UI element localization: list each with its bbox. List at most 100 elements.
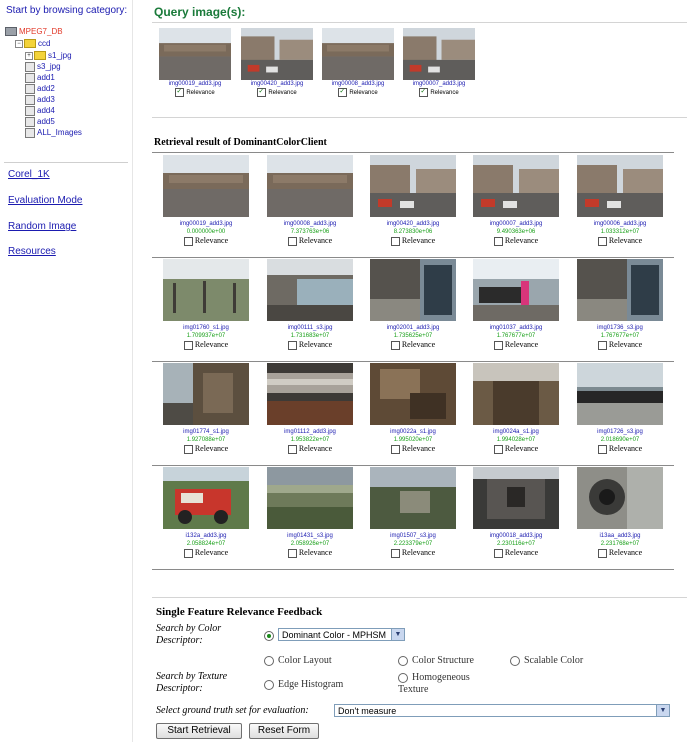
- result-thumbnail[interactable]: [473, 259, 559, 321]
- ground-truth-select[interactable]: Don't measure ▼: [334, 704, 670, 717]
- dominant-color-option[interactable]: [264, 630, 278, 641]
- result-relevance[interactable]: Relevance: [363, 444, 463, 454]
- result-filename[interactable]: img01774_s1.jpg: [156, 428, 256, 436]
- chevron-down-icon[interactable]: ▼: [656, 705, 669, 716]
- result-thumbnail[interactable]: [267, 363, 353, 425]
- result-relevance[interactable]: Relevance: [260, 236, 360, 246]
- result-thumbnail[interactable]: [163, 467, 249, 529]
- result-thumbnail[interactable]: [370, 363, 456, 425]
- dominant-color-radio[interactable]: [264, 630, 274, 641]
- relevance-checkbox[interactable]: [287, 340, 297, 350]
- relevance-checkbox[interactable]: [287, 236, 297, 246]
- result-relevance[interactable]: Relevance: [260, 340, 360, 350]
- edge-histogram-radio[interactable]: [264, 679, 274, 690]
- relevance-checkbox[interactable]: [493, 236, 503, 246]
- result-relevance[interactable]: Relevance: [570, 548, 670, 558]
- relevance-checkbox[interactable]: [493, 548, 503, 558]
- result-thumbnail[interactable]: [370, 467, 456, 529]
- result-thumbnail[interactable]: [163, 259, 249, 321]
- nav-link-evaluation-mode[interactable]: Evaluation Mode: [8, 195, 83, 206]
- relevance-checkbox[interactable]: [390, 236, 400, 246]
- tree-node[interactable]: MPEG7_DB: [5, 26, 63, 37]
- result-filename[interactable]: img00007_add3.jpg: [466, 220, 566, 228]
- result-thumbnail[interactable]: [577, 467, 663, 529]
- tree-node[interactable]: s3_jpg: [25, 61, 61, 72]
- tree-node[interactable]: add2: [25, 83, 55, 94]
- result-thumbnail[interactable]: [267, 467, 353, 529]
- relevance-checkbox[interactable]: [183, 340, 193, 350]
- result-thumbnail[interactable]: [577, 259, 663, 321]
- result-thumbnail[interactable]: [577, 155, 663, 217]
- result-relevance[interactable]: Relevance: [363, 340, 463, 350]
- relevance-checkbox[interactable]: [183, 236, 193, 246]
- result-filename[interactable]: img00420_add3.jpg: [363, 220, 463, 228]
- relevance-checkbox[interactable]: [597, 548, 607, 558]
- result-filename[interactable]: i13aa_add3.jpg: [570, 532, 670, 540]
- query-relevance[interactable]: Relevance: [401, 87, 477, 98]
- result-thumbnail[interactable]: [577, 363, 663, 425]
- relevance-checkbox[interactable]: [493, 340, 503, 350]
- result-relevance[interactable]: Relevance: [156, 236, 256, 246]
- result-relevance[interactable]: Relevance: [156, 548, 256, 558]
- scalable-color-radio[interactable]: [510, 655, 520, 666]
- collapse-icon[interactable]: −: [15, 39, 23, 48]
- result-relevance[interactable]: Relevance: [363, 236, 463, 246]
- result-thumbnail[interactable]: [267, 259, 353, 321]
- relevance-checkbox[interactable]: [493, 444, 503, 454]
- query-relevance[interactable]: Relevance: [157, 87, 233, 98]
- result-thumbnail[interactable]: [370, 259, 456, 321]
- result-filename[interactable]: img01726_s3.jpg: [570, 428, 670, 436]
- result-thumbnail[interactable]: [473, 155, 559, 217]
- relevance-checkbox[interactable]: [257, 87, 267, 97]
- query-relevance[interactable]: Relevance: [239, 87, 315, 98]
- result-filename[interactable]: img00018_add3.jpg: [466, 532, 566, 540]
- query-filename[interactable]: img00008_add3.jpg: [320, 80, 396, 88]
- relevance-checkbox[interactable]: [287, 548, 297, 558]
- result-filename[interactable]: img01112_add3.jpg: [260, 428, 360, 436]
- relevance-checkbox[interactable]: [183, 548, 193, 558]
- result-relevance[interactable]: Relevance: [156, 340, 256, 350]
- result-relevance[interactable]: Relevance: [570, 444, 670, 454]
- relevance-checkbox[interactable]: [390, 548, 400, 558]
- query-thumbnail[interactable]: [403, 28, 475, 80]
- chevron-down-icon[interactable]: ▼: [391, 629, 404, 640]
- result-relevance[interactable]: Relevance: [260, 444, 360, 454]
- result-relevance[interactable]: Relevance: [466, 236, 566, 246]
- relevance-checkbox[interactable]: [597, 444, 607, 454]
- result-relevance[interactable]: Relevance: [570, 236, 670, 246]
- start-retrieval-button[interactable]: Start Retrieval: [156, 723, 242, 739]
- query-filename[interactable]: img00019_add3.jpg: [157, 80, 233, 88]
- result-thumbnail[interactable]: [473, 467, 559, 529]
- result-filename[interactable]: img01760_s1.jpg: [156, 324, 256, 332]
- nav-link-random-image[interactable]: Random Image: [8, 221, 76, 232]
- result-relevance[interactable]: Relevance: [156, 444, 256, 454]
- relevance-checkbox[interactable]: [338, 87, 348, 97]
- result-thumbnail[interactable]: [163, 363, 249, 425]
- result-filename[interactable]: img01431_s3.jpg: [260, 532, 360, 540]
- color-descriptor-select[interactable]: Dominant Color - MPHSM ▼: [278, 628, 405, 641]
- query-filename[interactable]: img00007_add3.jpg: [401, 80, 477, 88]
- tree-node[interactable]: add5: [25, 116, 55, 127]
- color-layout-option[interactable]: Color Layout: [264, 655, 332, 666]
- relevance-checkbox[interactable]: [390, 444, 400, 454]
- relevance-checkbox[interactable]: [419, 87, 429, 97]
- color-structure-radio[interactable]: [398, 655, 408, 666]
- result-relevance[interactable]: Relevance: [260, 548, 360, 558]
- result-relevance[interactable]: Relevance: [363, 548, 463, 558]
- result-filename[interactable]: img00006_add3.jpg: [570, 220, 670, 228]
- query-thumbnail[interactable]: [322, 28, 394, 80]
- reset-form-button[interactable]: Reset Form: [249, 723, 319, 739]
- relevance-checkbox[interactable]: [597, 236, 607, 246]
- tree-node[interactable]: ALL_Images: [25, 127, 82, 138]
- result-filename[interactable]: i132a_add3.jpg: [156, 532, 256, 540]
- result-relevance[interactable]: Relevance: [466, 444, 566, 454]
- result-thumbnail[interactable]: [267, 155, 353, 217]
- color-layout-radio[interactable]: [264, 655, 274, 666]
- relevance-checkbox[interactable]: [183, 444, 193, 454]
- homogeneous-texture-option[interactable]: Homogeneous Texture: [398, 672, 498, 696]
- homogeneous-texture-radio[interactable]: [398, 672, 408, 683]
- relevance-checkbox[interactable]: [175, 87, 185, 97]
- query-thumbnail[interactable]: [159, 28, 231, 80]
- edge-histogram-option[interactable]: Edge Histogram: [264, 679, 343, 690]
- result-relevance[interactable]: Relevance: [570, 340, 670, 350]
